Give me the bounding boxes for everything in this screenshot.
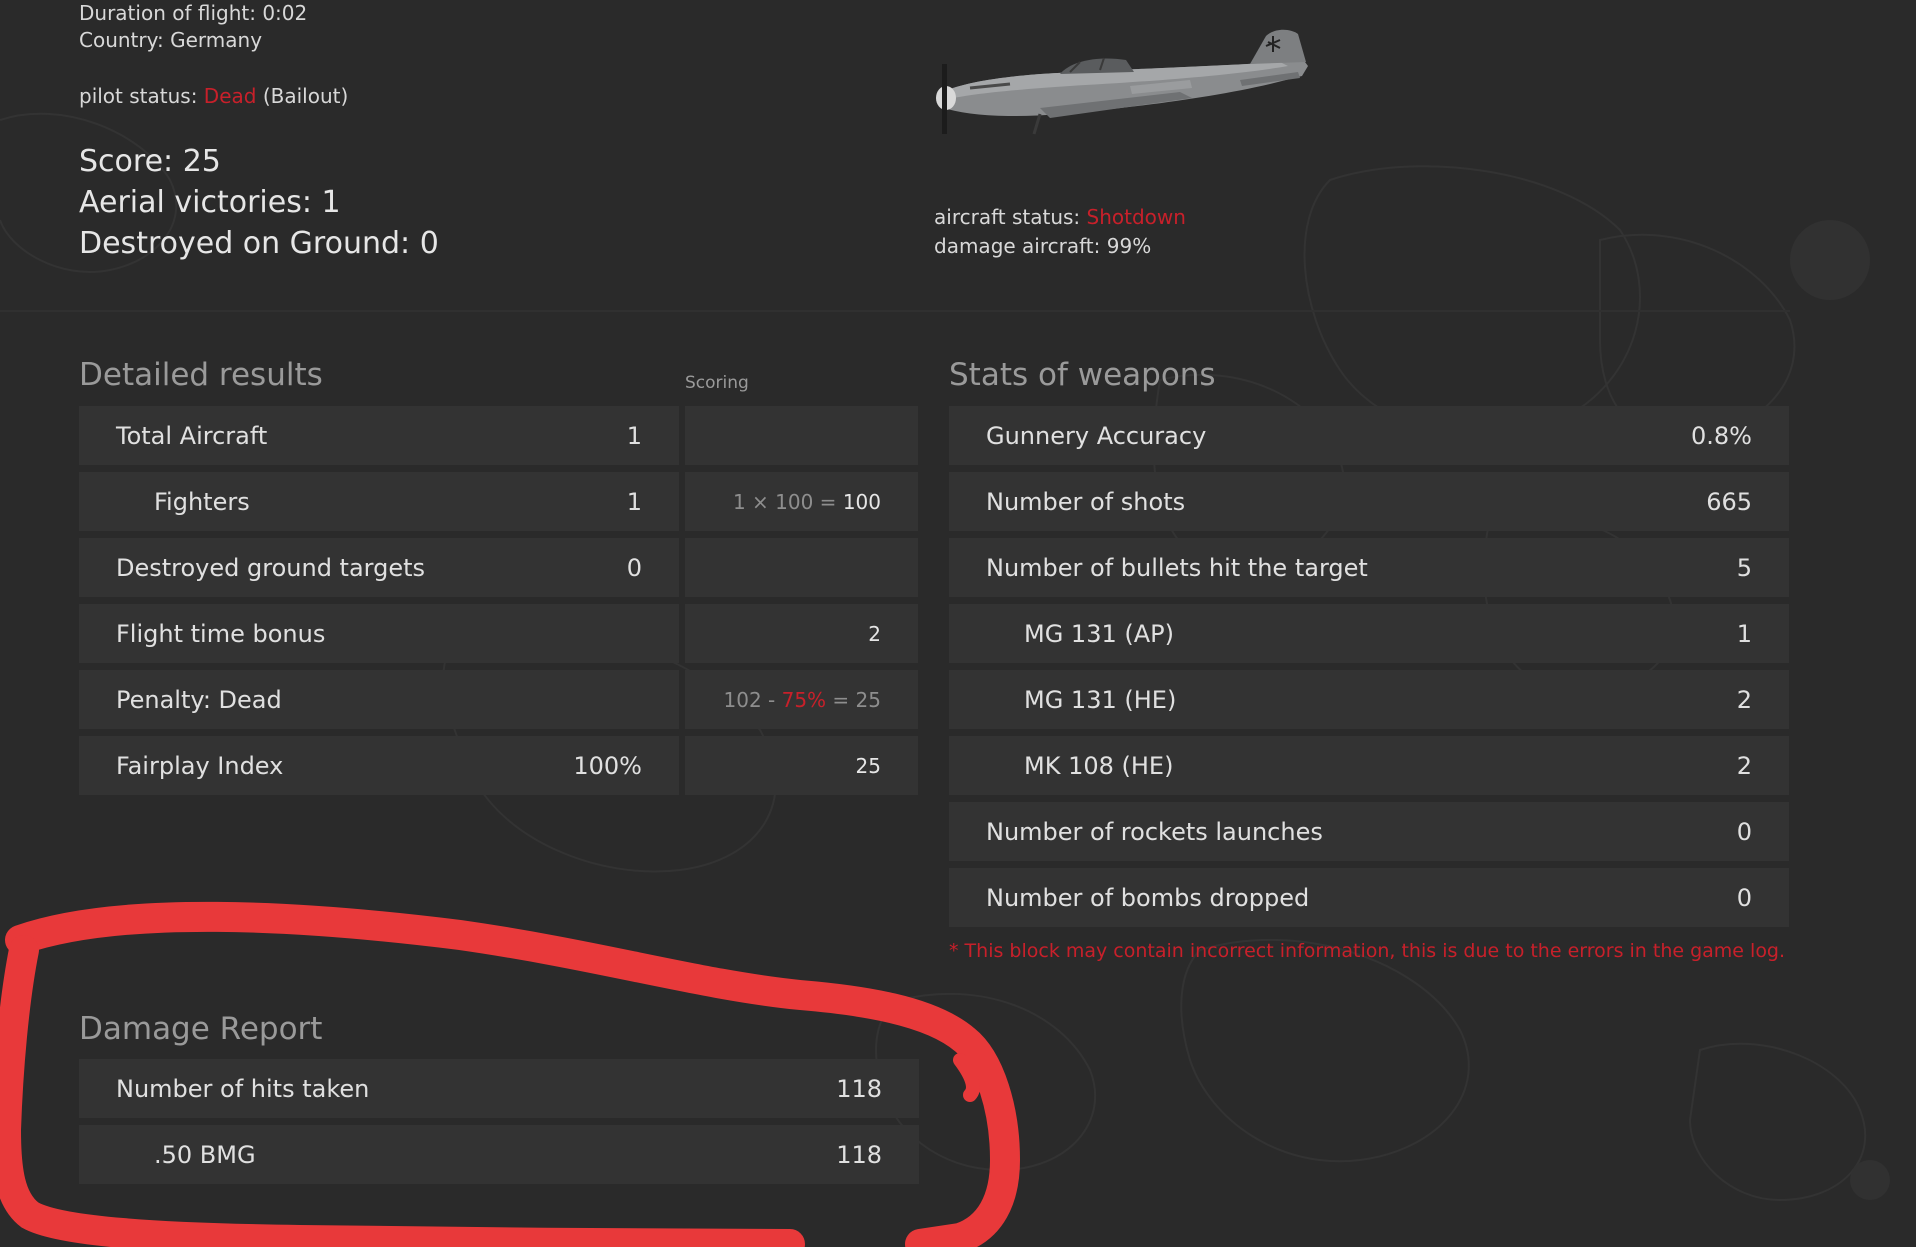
row-label: .50 BMG xyxy=(154,1140,256,1169)
row-label: Gunnery Accuracy xyxy=(986,421,1207,450)
country-line: Country: Germany xyxy=(79,25,262,55)
row-value: 1 xyxy=(626,487,642,516)
row-label: Number of hits taken xyxy=(116,1074,370,1103)
scoring-header: Scoring xyxy=(685,373,749,393)
scoring-cell-ground-targets xyxy=(685,538,918,597)
row-label: Fairplay Index xyxy=(116,751,284,780)
aerial-victories-label: Aerial victories: xyxy=(79,185,312,220)
damage-aircraft-label: damage aircraft: xyxy=(934,234,1101,258)
scoring-result: 100 xyxy=(842,489,881,514)
scoring-formula: 1 × 100 = 100 xyxy=(733,490,881,514)
country-label: Country: xyxy=(79,28,164,52)
row-value: 1 xyxy=(626,421,642,450)
row-label: Number of rockets launches xyxy=(986,817,1323,846)
score-value: 25 xyxy=(182,144,221,179)
score-line: Score: 25 xyxy=(79,141,221,182)
damage-row-hits-taken: Number of hits taken 118 xyxy=(79,1059,919,1118)
row-label: Penalty: Dead xyxy=(116,685,282,714)
row-label: Fighters xyxy=(154,487,250,516)
row-value: 0 xyxy=(626,553,642,582)
destroyed-ground-value: 0 xyxy=(419,226,439,261)
aerial-victories-value: 1 xyxy=(321,185,341,220)
row-label: Destroyed ground targets xyxy=(116,553,426,582)
section-divider xyxy=(0,310,1790,312)
country-value: Germany xyxy=(170,28,263,52)
detailed-results-title: Detailed results xyxy=(79,357,323,393)
weapons-row-mk108-he: MK 108 (HE) 2 xyxy=(949,736,1789,795)
damage-aircraft-value: 99% xyxy=(1106,234,1152,258)
duration-label: Duration of flight: xyxy=(79,1,256,25)
damage-aircraft-line: damage aircraft: 99% xyxy=(934,231,1151,261)
weapons-row-rockets: Number of rockets launches 0 xyxy=(949,802,1789,861)
score-label: Score: xyxy=(79,144,174,179)
pilot-status-value: Dead xyxy=(203,84,257,108)
detailed-row-ground-targets: Destroyed ground targets 0 xyxy=(79,538,679,597)
destroyed-ground-label: Destroyed on Ground: xyxy=(79,226,411,261)
detailed-row-fighters: Fighters 1 xyxy=(79,472,679,531)
weapons-row-bullets-hit: Number of bullets hit the target 5 xyxy=(949,538,1789,597)
scoring-cell-penalty: 102 - 75% = 25 xyxy=(685,670,918,729)
detailed-row-fairplay: Fairplay Index 100% xyxy=(79,736,679,795)
pilot-status-label: pilot status: xyxy=(79,84,198,108)
row-value: 2 xyxy=(1736,751,1752,780)
row-label: Total Aircraft xyxy=(116,421,268,450)
row-value: 0 xyxy=(1736,883,1752,912)
aerial-victories-line: Aerial victories: 1 xyxy=(79,182,341,223)
row-value: 118 xyxy=(836,1140,882,1169)
pilot-status-line: pilot status: Dead (Bailout) xyxy=(79,81,348,111)
penalty-formula: 102 - 75% = 25 xyxy=(724,688,882,712)
scoring-cell-fairplay: 25 xyxy=(685,736,918,795)
aircraft-status-label: aircraft status: xyxy=(934,205,1081,229)
row-value: 5 xyxy=(1736,553,1752,582)
row-value: 1 xyxy=(1736,619,1752,648)
row-label: Number of bullets hit the target xyxy=(986,553,1368,582)
damage-report-title: Damage Report xyxy=(79,1011,323,1047)
weapons-row-mg131-he: MG 131 (HE) 2 xyxy=(949,670,1789,729)
penalty-percent: 75% xyxy=(781,687,827,712)
scoring-cell-fighters: 1 × 100 = 100 xyxy=(685,472,918,531)
detailed-row-total-aircraft: Total Aircraft 1 xyxy=(79,406,679,465)
row-value: 0.8% xyxy=(1691,421,1752,450)
penalty-result: = 25 xyxy=(832,687,881,712)
aircraft-status-line: aircraft status: Shotdown xyxy=(934,202,1186,232)
pilot-status-detail: (Bailout) xyxy=(262,84,349,108)
row-label: Number of shots xyxy=(986,487,1186,516)
destroyed-ground-line: Destroyed on Ground: 0 xyxy=(79,223,439,264)
detailed-row-flight-time-bonus: Flight time bonus xyxy=(79,604,679,663)
weapons-warning-note: * This block may contain incorrect infor… xyxy=(949,940,1786,962)
scoring-value: 25 xyxy=(855,753,881,778)
duration-line: Duration of flight: 0:02 xyxy=(79,0,307,28)
aircraft-status-value: Shotdown xyxy=(1086,205,1186,229)
aircraft-image xyxy=(936,29,1308,135)
weapons-title: Stats of weapons xyxy=(949,357,1216,393)
row-value: 100% xyxy=(573,751,642,780)
row-label: MG 131 (HE) xyxy=(1024,685,1177,714)
weapons-row-accuracy: Gunnery Accuracy 0.8% xyxy=(949,406,1789,465)
row-value: 665 xyxy=(1706,487,1752,516)
penalty-base: 102 - xyxy=(723,687,776,712)
row-value: 118 xyxy=(836,1074,882,1103)
weapons-row-bombs: Number of bombs dropped 0 xyxy=(949,868,1789,927)
row-value: 2 xyxy=(1736,685,1752,714)
detailed-row-penalty: Penalty: Dead xyxy=(79,670,679,729)
row-label: MG 131 (AP) xyxy=(1024,619,1174,648)
row-label: Number of bombs dropped xyxy=(986,883,1310,912)
damage-row-50-bmg: .50 BMG 118 xyxy=(79,1125,919,1184)
scoring-cell-total-aircraft xyxy=(685,406,918,465)
weapons-row-mg131-ap: MG 131 (AP) 1 xyxy=(949,604,1789,663)
scoring-value: 2 xyxy=(868,621,881,646)
row-label: Flight time bonus xyxy=(116,619,326,648)
weapons-row-shots: Number of shots 665 xyxy=(949,472,1789,531)
scoring-prefix: 1 × 100 = xyxy=(732,489,837,514)
scoring-cell-flight-time-bonus: 2 xyxy=(685,604,918,663)
row-value: 0 xyxy=(1736,817,1752,846)
row-label: MK 108 (HE) xyxy=(1024,751,1174,780)
duration-value: 0:02 xyxy=(262,1,308,25)
